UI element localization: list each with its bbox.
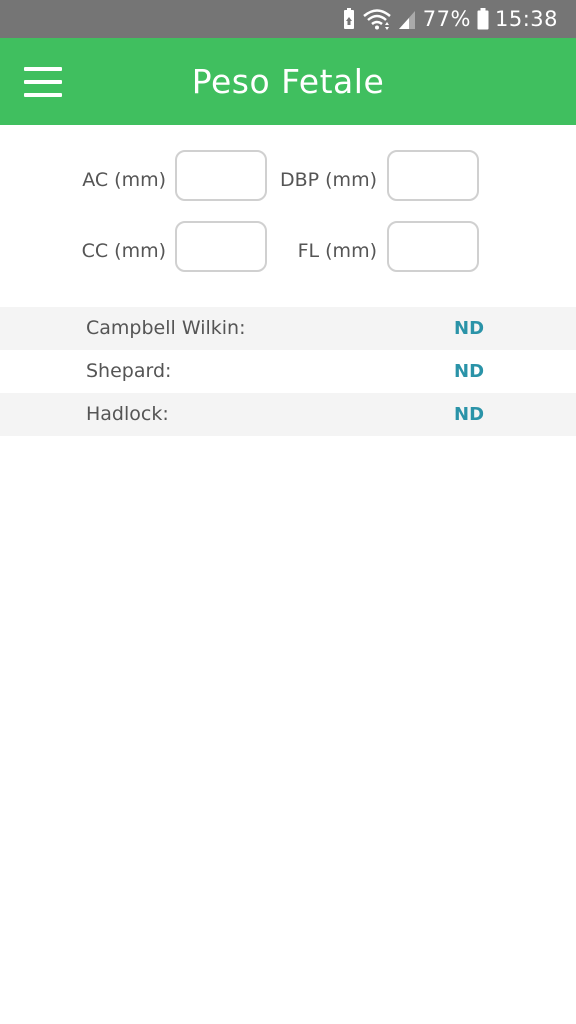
cc-input[interactable] bbox=[175, 221, 267, 272]
hamburger-menu-icon[interactable] bbox=[24, 67, 62, 97]
battery-percent: 77% bbox=[422, 7, 471, 31]
result-row-hadlock: Hadlock: ND bbox=[0, 393, 576, 436]
dbp-input[interactable] bbox=[387, 150, 479, 201]
clock: 15:38 bbox=[494, 7, 558, 31]
status-icons: 77% 15:38 bbox=[341, 0, 558, 38]
fl-input[interactable] bbox=[387, 221, 479, 272]
fl-label: FL (mm) bbox=[297, 240, 377, 262]
app-title: Peso Fetale bbox=[191, 62, 385, 101]
result-label: Shepard: bbox=[86, 360, 172, 382]
result-value: ND bbox=[454, 318, 485, 339]
wifi-icon bbox=[362, 8, 391, 30]
result-value: ND bbox=[454, 404, 485, 425]
recycle-battery-icon bbox=[341, 8, 357, 30]
app-bar: Peso Fetale bbox=[0, 38, 576, 125]
result-label: Campbell Wilkin: bbox=[86, 317, 246, 339]
result-row-campbell-wilkin: Campbell Wilkin: ND bbox=[0, 307, 576, 350]
result-row-shepard: Shepard: ND bbox=[0, 350, 576, 393]
ac-label: AC (mm) bbox=[82, 169, 166, 191]
result-label: Hadlock: bbox=[86, 403, 169, 425]
result-value: ND bbox=[454, 361, 485, 382]
dbp-label: DBP (mm) bbox=[279, 169, 377, 191]
status-bar: 77% 15:38 bbox=[0, 0, 576, 38]
ac-input[interactable] bbox=[175, 150, 267, 201]
signal-icon bbox=[397, 8, 417, 30]
battery-icon bbox=[477, 8, 489, 30]
cc-label: CC (mm) bbox=[81, 240, 166, 262]
